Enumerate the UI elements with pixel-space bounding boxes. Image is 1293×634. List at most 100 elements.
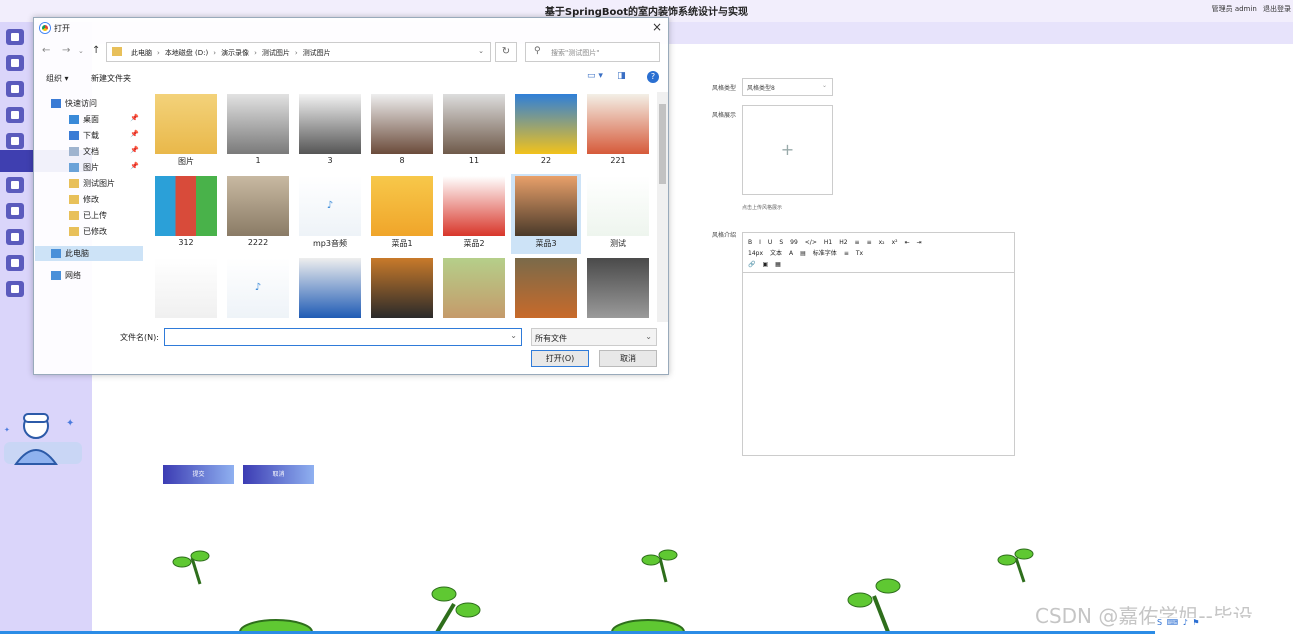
editor-tool-button[interactable]: 标准字体 — [813, 250, 837, 257]
image-icon — [515, 258, 577, 318]
open-button[interactable]: 打开(O) — [531, 350, 589, 367]
organize-button[interactable]: 组织 ▾ — [46, 73, 69, 84]
file-name-input[interactable]: ⌄ — [164, 328, 522, 346]
back-icon[interactable]: ← — [42, 45, 50, 56]
editor-tool-button[interactable]: B — [748, 239, 752, 246]
nav-item[interactable]: 修改 — [35, 192, 143, 207]
breadcrumb-item[interactable]: 测试图片 — [262, 49, 290, 57]
file-tile[interactable]: ♪ — [223, 256, 293, 322]
style-type-select[interactable]: 风格类型8 ⌄ — [742, 78, 833, 96]
breadcrumb-separator: › — [157, 49, 160, 57]
editor-tool-button[interactable]: A — [789, 250, 793, 257]
file-name: mp3音频 — [313, 239, 347, 248]
editor-tool-button[interactable]: S — [779, 239, 783, 246]
file-tile[interactable]: 1 — [223, 92, 293, 172]
pictures-icon — [69, 163, 79, 172]
nav-item[interactable]: 快速访问 — [35, 96, 143, 111]
editor-tool-button[interactable]: U — [768, 239, 772, 246]
file-tile[interactable]: 11 — [439, 92, 509, 172]
address-row: ← → ⌄ ↑ 此电脑 › 本地磁盘 (D:) › 演示录像 › 测试图片 › 测试图片 ⌄ ↻… — [34, 40, 668, 64]
file-tile[interactable]: ♪ mp3音频 — [295, 174, 365, 254]
close-button[interactable]: × — [652, 20, 662, 34]
breadcrumb-item[interactable]: 此电脑 — [131, 49, 152, 57]
help-icon[interactable]: ? — [647, 71, 659, 83]
nav-item[interactable]: 此电脑 — [35, 246, 143, 261]
editor-tool-button[interactable]: H1 — [824, 239, 832, 246]
editor-tool-button[interactable]: H2 — [839, 239, 847, 246]
editor-tool-button[interactable]: ▤ — [800, 250, 806, 257]
editor-tool-button[interactable]: ⇤ — [905, 239, 910, 246]
file-tile[interactable] — [151, 256, 221, 322]
editor-tool-button[interactable]: ⇥ — [917, 239, 922, 246]
file-tile[interactable]: 菜品1 — [367, 174, 437, 254]
search-input[interactable]: ⚲ 搜索"测试图片" — [525, 42, 660, 62]
file-tile[interactable]: 菜品3 — [511, 174, 581, 254]
editor-tool-button[interactable]: 99 — [790, 239, 798, 246]
file-tile[interactable]: 3 — [295, 92, 365, 172]
editor-tool-button[interactable]: x² — [892, 239, 898, 246]
file-tile[interactable] — [583, 256, 653, 322]
file-tile[interactable] — [295, 256, 365, 322]
nav-item[interactable]: 网络 — [35, 268, 143, 283]
breadcrumb-item[interactable]: 演示录像 — [221, 49, 249, 57]
image-upload-box[interactable]: + — [742, 105, 833, 195]
file-name: 312 — [178, 238, 194, 247]
submit-button[interactable]: 提交 — [163, 465, 234, 484]
nav-item-label: 此电脑 — [65, 249, 89, 258]
nav-item[interactable]: 文档 📌 — [35, 144, 143, 159]
chevron-down-icon[interactable]: ⌄ — [78, 47, 84, 55]
file-tile[interactable]: 8 — [367, 92, 437, 172]
editor-tool-button[interactable]: Tx — [856, 250, 863, 257]
file-tile[interactable]: 菜品2 — [439, 174, 509, 254]
refresh-button[interactable]: ↻ — [495, 42, 517, 62]
chevron-down-icon[interactable]: ⌄ — [478, 47, 484, 55]
editor-tool-button[interactable]: ≡ — [844, 250, 849, 257]
breadcrumb-item[interactable]: 本地磁盘 (D:) — [165, 49, 208, 57]
scrollbar[interactable] — [657, 92, 668, 322]
logout-link[interactable]: 退出登录 — [1263, 5, 1291, 13]
nav-item[interactable]: 已修改 — [35, 224, 143, 239]
network-icon[interactable]: ⚑ — [1192, 618, 1199, 627]
volume-icon[interactable]: ♪ — [1183, 618, 1188, 627]
editor-tool-button[interactable]: ≡ — [867, 239, 872, 246]
scrollbar-thumb[interactable] — [659, 104, 666, 184]
breadcrumb-item[interactable]: 测试图片 — [303, 49, 331, 57]
plus-icon: + — [780, 140, 795, 159]
file-tile[interactable]: 2222 — [223, 174, 293, 254]
editor-tool-button[interactable]: 文本 — [770, 250, 782, 257]
file-type-select[interactable]: 所有文件 ⌄ — [531, 328, 657, 346]
editor-tool-button[interactable]: I — [759, 239, 761, 246]
editor-tool-button[interactable]: ▣ — [762, 261, 768, 268]
nav-item[interactable]: 下载 📌 — [35, 128, 143, 143]
file-tile[interactable]: 测试 — [583, 174, 653, 254]
chevron-down-icon[interactable]: ⌄ — [510, 331, 517, 340]
cancel-button[interactable]: 取消 — [243, 465, 314, 484]
nav-item[interactable]: 桌面 📌 — [35, 112, 143, 127]
ime-icon[interactable]: S — [1157, 618, 1162, 627]
file-tile[interactable] — [439, 256, 509, 322]
file-tile[interactable]: 221 — [583, 92, 653, 172]
file-tile[interactable]: 图片 — [151, 92, 221, 172]
nav-item[interactable]: 图片 📌 — [35, 160, 143, 175]
up-icon[interactable]: ↑ — [92, 45, 100, 56]
file-tile[interactable]: 22 — [511, 92, 581, 172]
editor-tool-button[interactable]: 🔗 — [748, 261, 755, 268]
forward-icon[interactable]: → — [62, 45, 70, 56]
rich-text-editor[interactable]: B I U S 99 </> H1 H2 ≡ ≡ x₂ x² ⇤ ⇥ 14px 文本 A ▤ 标准字体 ≡ Tx 🔗 ▣… — [742, 232, 1015, 456]
keyboard-icon[interactable]: ⌨ — [1167, 618, 1179, 627]
file-tile[interactable] — [511, 256, 581, 322]
address-bar[interactable]: 此电脑 › 本地磁盘 (D:) › 演示录像 › 测试图片 › 测试图片 ⌄ — [106, 42, 491, 62]
editor-tool-button[interactable]: ▦ — [775, 261, 781, 268]
file-name: 2222 — [247, 238, 269, 247]
nav-item[interactable]: 测试图片 — [35, 176, 143, 191]
file-tile[interactable] — [367, 256, 437, 322]
editor-tool-button[interactable]: x₂ — [879, 239, 885, 246]
editor-tool-button[interactable]: ≡ — [855, 239, 860, 246]
new-folder-button[interactable]: 新建文件夹 — [91, 73, 131, 84]
editor-tool-button[interactable]: </> — [805, 239, 817, 246]
editor-tool-button[interactable]: 14px — [748, 250, 763, 257]
view-options-icon[interactable]: ▭ ▾ ◨ — [587, 71, 626, 81]
file-tile[interactable]: 312 — [151, 174, 221, 254]
nav-item[interactable]: 已上传 — [35, 208, 143, 223]
dialog-cancel-button[interactable]: 取消 — [599, 350, 657, 367]
